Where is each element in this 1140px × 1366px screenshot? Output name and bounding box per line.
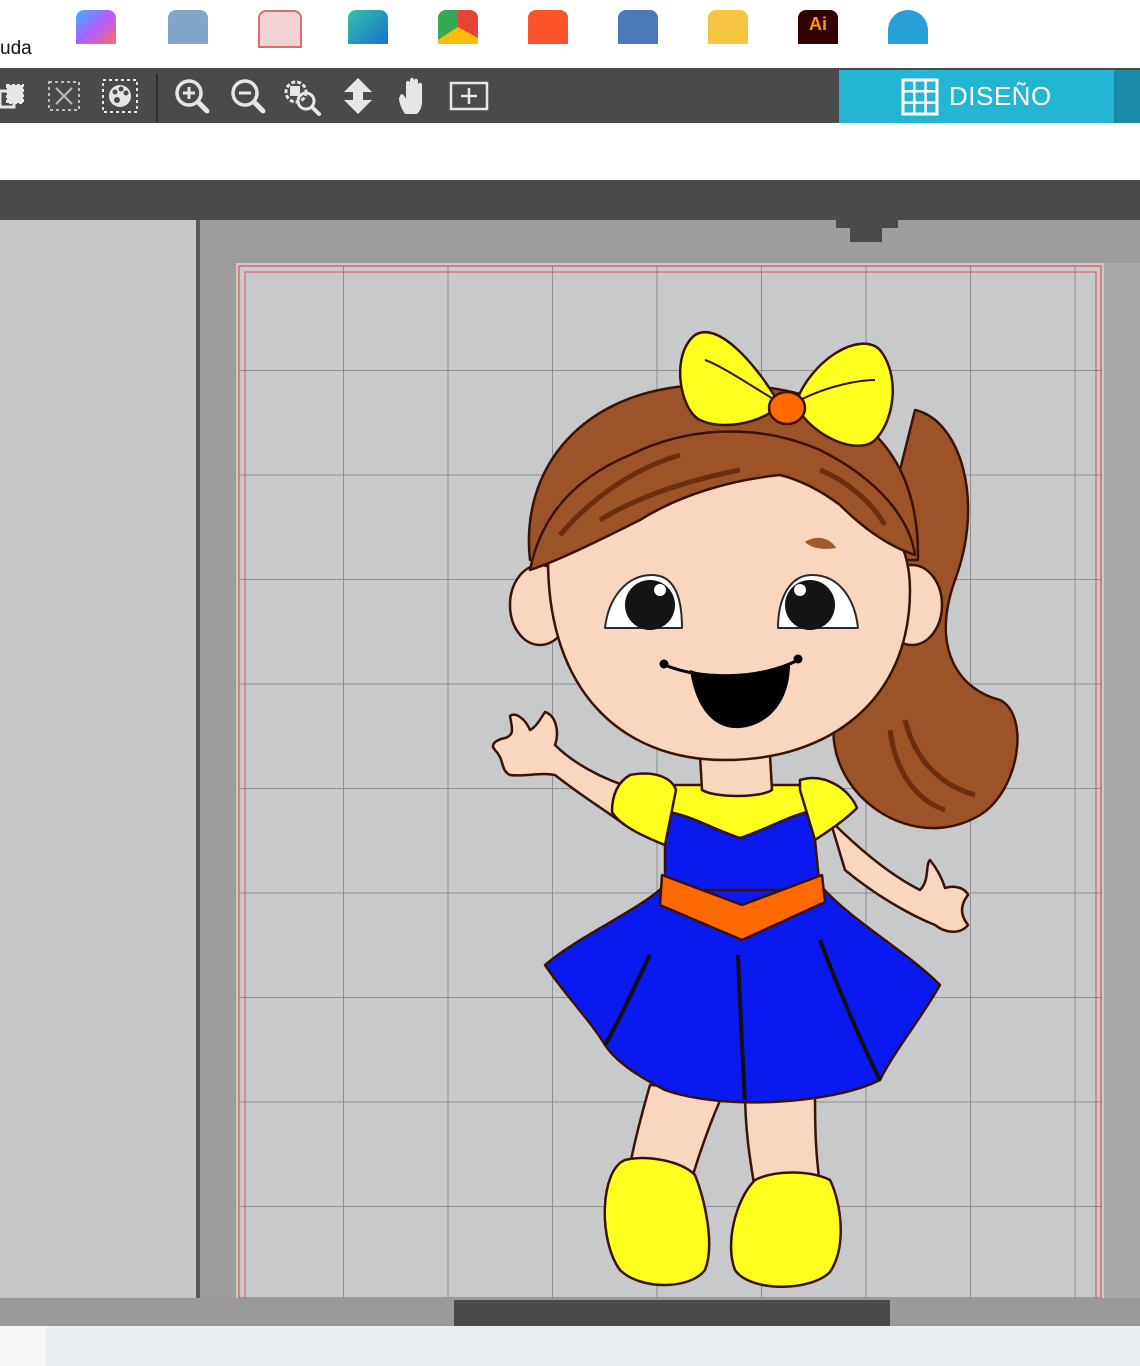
illustrator-label: Ai [809,14,827,34]
right-shoe [729,1171,842,1288]
mat-handle-tab [850,228,882,242]
secondary-toolbar [0,123,1140,180]
neck [698,753,774,798]
menu-item-help[interactable]: uda [0,38,32,60]
bow-knot [767,390,807,426]
brave-icon[interactable] [528,10,568,44]
grid-icon [901,78,939,116]
group-icon[interactable] [0,68,30,123]
work-area[interactable] [200,220,1140,1298]
tab-edge [1114,70,1140,123]
silhouette-studio-icon[interactable] [888,10,928,44]
left-shoe [603,1156,711,1287]
tab-design[interactable]: DISEÑO [839,70,1114,123]
color-palette-icon[interactable] [99,68,141,123]
edge-icon[interactable] [348,10,388,44]
taskbar [0,1326,1140,1366]
illustrator-icon[interactable]: Ai [798,10,838,44]
zoom-in-icon[interactable] [172,68,212,123]
mat-handle[interactable] [836,220,898,228]
zoom-out-icon[interactable] [228,68,268,123]
notepad-icon[interactable] [168,10,208,44]
chrome-icon[interactable] [438,10,478,44]
copilot-icon[interactable] [76,10,116,44]
canvas-header-bar [0,180,1140,220]
left-panel [0,220,196,1298]
hand-pan-icon[interactable] [394,68,434,123]
scrollbar-thumb[interactable] [454,1300,890,1326]
mat-right-edge [1104,263,1140,1298]
fit-page-icon[interactable] [449,68,489,123]
zoom-fit-icon[interactable] [282,68,322,123]
file-explorer-icon[interactable] [708,10,748,44]
pdf-reader-icon[interactable] [258,10,302,48]
taskbar-start-area[interactable] [0,1326,46,1366]
design-canvas[interactable] [200,220,1140,1298]
calculator-icon[interactable] [618,10,658,44]
ungroup-icon[interactable] [44,68,84,123]
tab-design-label: DISEÑO [949,81,1052,111]
pan-vertical-icon[interactable] [336,68,380,123]
toolbar-separator [156,74,158,122]
